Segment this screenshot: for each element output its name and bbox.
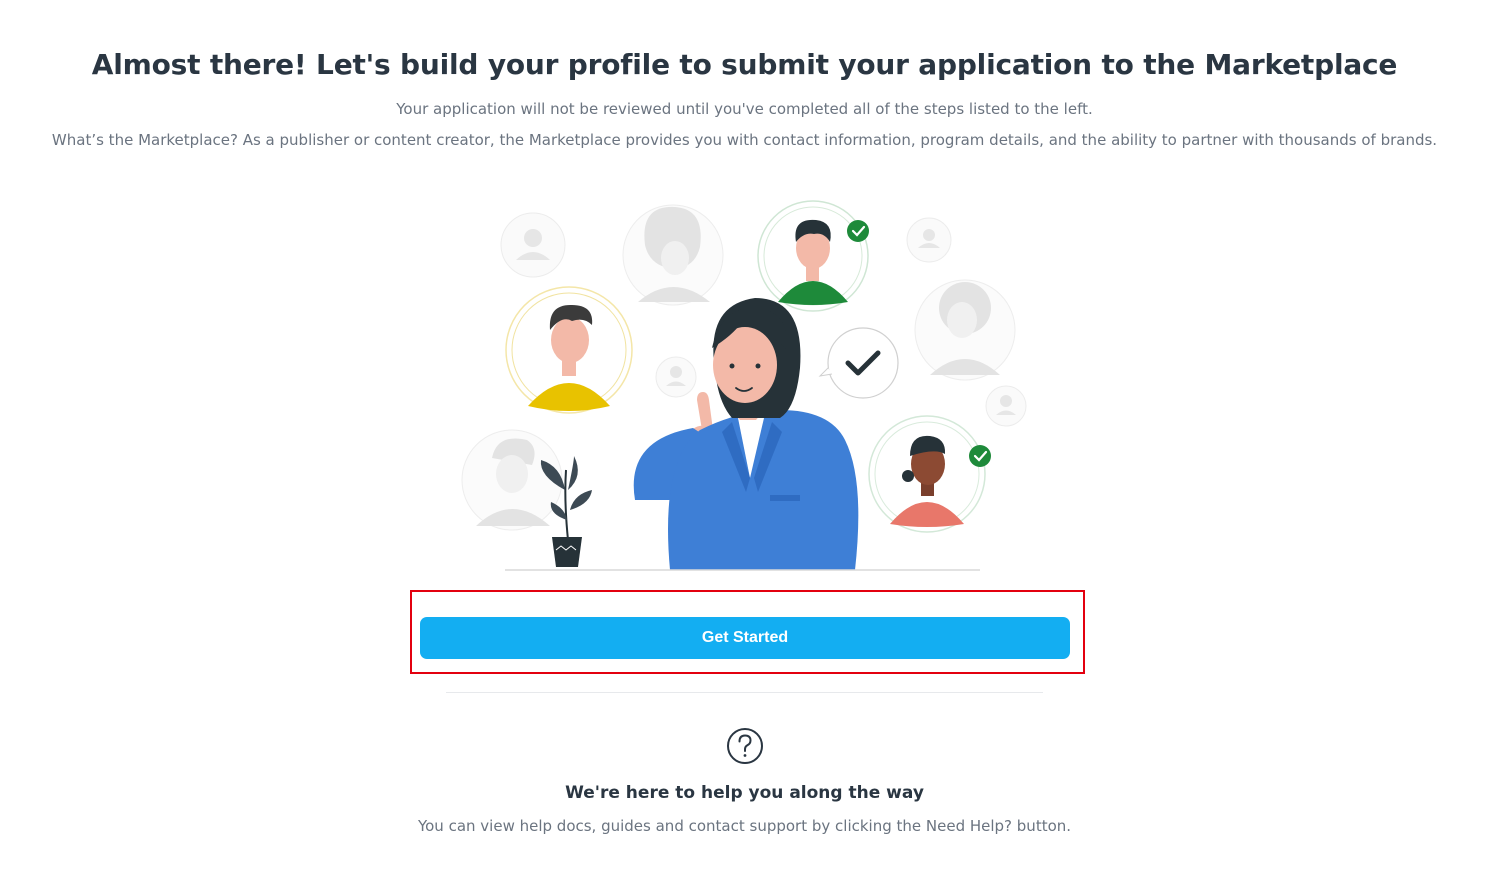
faded-man-avatar <box>461 429 563 531</box>
marketplace-description: What’s the Marketplace? As a publisher o… <box>51 131 1438 149</box>
yellow-shirt-avatar <box>505 286 633 414</box>
faded-avatar-1 <box>500 212 566 278</box>
checkmark-bubble <box>818 327 899 399</box>
faded-woman-avatar <box>622 204 724 306</box>
faded-avatar-2 <box>906 217 952 263</box>
page-title: Almost there! Let's build your profile t… <box>91 48 1398 81</box>
profile-network-illustration <box>440 190 1060 580</box>
faded-avatar-3 <box>655 356 697 398</box>
main-woman-figure <box>633 298 859 570</box>
faded-avatar-4 <box>985 385 1027 427</box>
pink-shirt-avatar <box>868 415 991 533</box>
page-subtitle: Your application will not be reviewed un… <box>396 100 1093 118</box>
help-title: We're here to help you along the way <box>565 783 924 803</box>
get-started-button[interactable]: Get Started <box>420 617 1070 659</box>
section-divider <box>446 692 1043 693</box>
question-circle-icon <box>726 727 764 765</box>
page: Almost there! Let's build your profile t… <box>0 0 1501 870</box>
help-text: You can view help docs, guides and conta… <box>417 817 1072 835</box>
green-shirt-avatar <box>757 200 869 312</box>
faded-curly-avatar <box>914 279 1016 381</box>
